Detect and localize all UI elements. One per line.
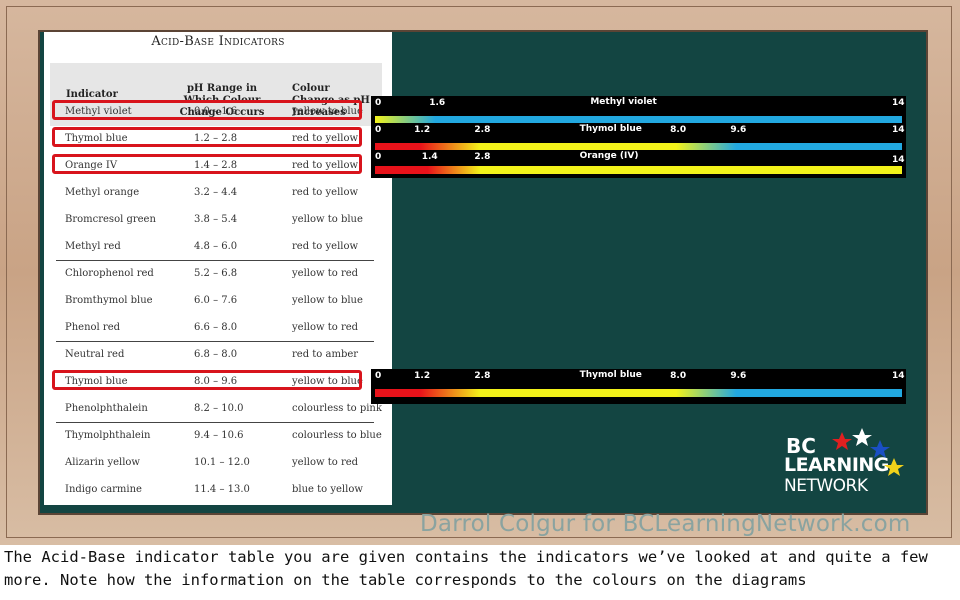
ph-range-cell: 6.6 – 8.0 — [194, 322, 238, 333]
ph-range-cell: 3.8 – 5.4 — [194, 214, 238, 225]
ph-range-cell: 4.8 – 6.0 — [194, 241, 238, 252]
ph-tick-label: 14 — [892, 155, 905, 165]
row-divider — [56, 341, 374, 342]
logo-stars-icon — [832, 428, 904, 476]
colour-change-cell: yellow to red — [292, 457, 359, 468]
colour-change-cell: yellow to blue — [292, 295, 363, 306]
ph-tick-label: 0 — [375, 98, 382, 108]
bc-learning-network-logo: BC LEARNING NETWORK — [780, 428, 910, 498]
table-row: Bromthymol blue 6.0 – 7.6 yellow to blue — [50, 287, 382, 314]
ph-range-cell: 9.4 – 10.6 — [194, 430, 244, 441]
ph-tick-label: 0 — [375, 371, 382, 381]
ph-range-cell: 6.0 – 7.6 — [194, 295, 238, 306]
ph-scale-name: Thymol blue — [579, 370, 642, 380]
table-row: Chlorophenol red 5.2 – 6.8 yellow to red — [50, 260, 382, 287]
table-row: Neutral red 6.8 – 8.0 red to amber — [50, 341, 382, 368]
colour-change-cell: blue to yellow — [292, 484, 363, 495]
table-row: Thymolphthalein 9.4 – 10.6 colourless to b… — [50, 422, 382, 449]
ph-range-cell: 10.1 – 12.0 — [194, 457, 250, 468]
ph-tick-label: 2.8 — [474, 125, 491, 135]
ph-range-cell: 11.4 – 13.0 — [194, 484, 250, 495]
table-row: Methyl red 4.8 – 6.0 red to yellow — [50, 233, 382, 260]
colour-change-cell: yellow to red — [292, 322, 359, 333]
ph-range-cell: 6.8 – 8.0 — [194, 349, 238, 360]
indicator-cell: Thymolphthalein — [65, 430, 151, 441]
ph-range-cell: 5.2 – 6.8 — [194, 268, 238, 279]
colour-change-cell: yellow to red — [292, 268, 359, 279]
indicator-cell: Neutral red — [65, 349, 125, 360]
ph-tick-label: 8.0 — [670, 125, 687, 135]
indicator-cell: Bromthymol blue — [65, 295, 153, 306]
row-divider — [56, 260, 374, 261]
indicator-cell: Phenol red — [65, 322, 121, 333]
row-divider — [56, 422, 374, 423]
indicator-cell: Phenolphthalein — [65, 403, 148, 414]
indicator-cell: Alizarin yellow — [65, 457, 140, 468]
ph-tick-label: 9.6 — [730, 125, 747, 135]
ph-range-cell: 8.2 – 10.0 — [194, 403, 244, 414]
colour-change-cell: red to yellow — [292, 241, 359, 252]
ph-tick-label: 1.2 — [414, 125, 431, 135]
colour-change-cell: yellow to blue — [292, 214, 363, 225]
ph-tick-label: 2.8 — [474, 152, 491, 162]
ph-scale: 0 1.4 2.8 14 Orange (IV) — [371, 150, 906, 178]
indicator-cell: Chlorophenol red — [65, 268, 154, 279]
ph-colour-bar — [375, 166, 902, 174]
colour-change-cell: red to yellow — [292, 187, 359, 198]
ph-scale: 0 1.2 2.8 8.0 9.6 14 Thymol blue — [371, 369, 906, 404]
colour-change-cell: colourless to blue — [292, 430, 382, 441]
highlight-box — [52, 100, 362, 120]
ph-tick-label: 0 — [375, 125, 382, 135]
indicator-cell: Bromcresol green — [65, 214, 156, 225]
indicator-cell: Methyl orange — [65, 187, 140, 198]
ph-tick-label: 14 — [892, 98, 905, 108]
ph-colour-bar — [375, 389, 902, 397]
ph-scale-name: Methyl violet — [590, 97, 657, 107]
colour-change-cell: red to amber — [292, 349, 359, 360]
ph-tick-label: 8.0 — [670, 371, 687, 381]
highlight-box — [52, 154, 362, 174]
table-row: Phenol red 6.6 – 8.0 yellow to red — [50, 314, 382, 341]
caption: The Acid-Base indicator table you are gi… — [4, 548, 928, 589]
colour-change-cell: colourless to pink — [292, 403, 382, 414]
indicator-cell: Methyl red — [65, 241, 121, 252]
table-row: Phenolphthalein 8.2 – 10.0 colourless to p… — [50, 395, 382, 422]
ph-tick-label: 14 — [892, 371, 905, 381]
table-title: Acid-Base Indicators — [151, 34, 285, 49]
ph-range-cell: 3.2 – 4.4 — [194, 187, 238, 198]
highlight-box — [52, 370, 362, 390]
ph-tick-label: 1.2 — [414, 371, 431, 381]
ph-tick-label: 1.6 — [429, 98, 446, 108]
ph-tick-label: 9.6 — [730, 371, 747, 381]
table-row: Alizarin yellow 10.1 – 12.0 yellow to red — [50, 449, 382, 476]
ph-scale-name: Thymol blue — [579, 124, 642, 134]
ph-tick-label: 1.4 — [421, 152, 438, 162]
ph-tick-label: 0 — [375, 152, 382, 162]
table-row: Indigo carmine 11.4 – 13.0 blue to yellow — [50, 476, 382, 503]
highlight-box — [52, 127, 362, 147]
ph-tick-label: 2.8 — [474, 371, 491, 381]
table-row: Bromcresol green 3.8 – 5.4 yellow to blue — [50, 206, 382, 233]
watermark: Darrol Colgur for BCLearningNetwork.com — [420, 511, 911, 537]
ph-tick-label: 14 — [892, 125, 905, 135]
table-row: Methyl orange 3.2 – 4.4 red to yellow — [50, 179, 382, 206]
ph-scale-name: Orange (IV) — [579, 151, 639, 161]
indicator-cell: Indigo carmine — [65, 484, 142, 495]
